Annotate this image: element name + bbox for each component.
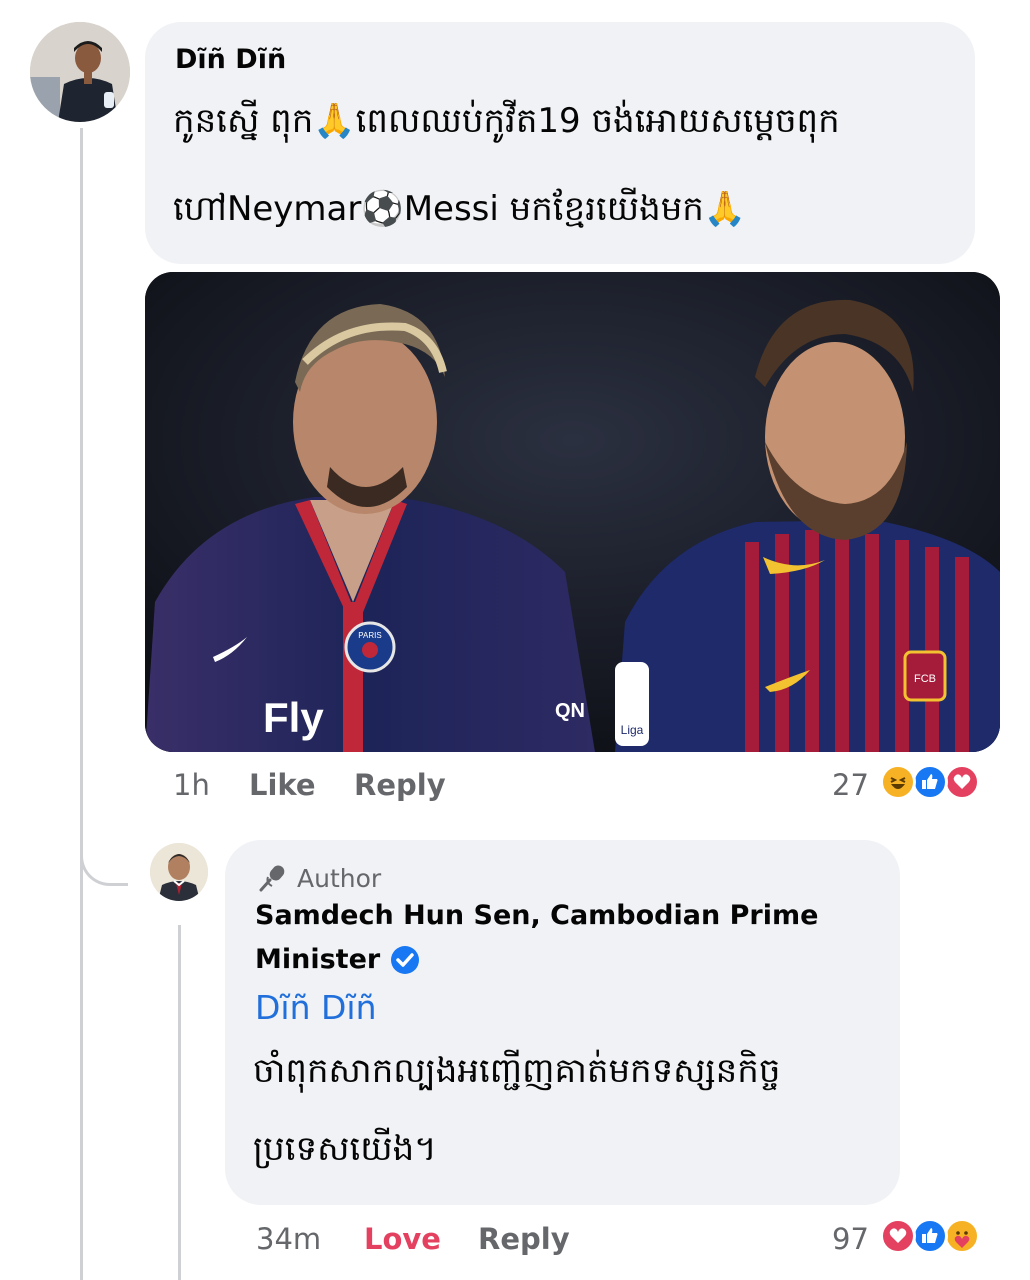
- reply-reply-button[interactable]: Reply: [478, 1222, 570, 1256]
- photo-psg-crest-text: PARIS: [358, 631, 381, 640]
- reply-author-avatar[interactable]: [150, 843, 208, 901]
- reply-author-name-line-2[interactable]: Minister: [255, 944, 380, 975]
- comment-reply-button[interactable]: Reply: [354, 768, 446, 802]
- comment-text-line-1: កូនស្នើ ពុក🙏ពេលឈប់កូវីត19 ចង់អោយសម្តេចពុ…: [173, 101, 840, 141]
- author-badge: Author: [257, 862, 381, 894]
- comment-bubble[interactable]: Dĩñ Dĩñ កូនស្នើ ពុក🙏ពេលឈប់កូវីត19 ចង់អោយ…: [145, 22, 975, 264]
- comment-timestamp[interactable]: 1h: [173, 768, 210, 802]
- comment-like-button[interactable]: Like: [249, 768, 316, 802]
- reply-love-button[interactable]: Love: [364, 1222, 441, 1256]
- comment-photo[interactable]: PARIS Fly QN FCB Liga: [145, 272, 1000, 752]
- reply-author-name-row-2: Minister: [255, 944, 420, 975]
- reply-reaction-count[interactable]: 97: [832, 1222, 869, 1256]
- like-icon[interactable]: [912, 1218, 948, 1254]
- haha-icon[interactable]: [880, 764, 916, 800]
- comment-author-name[interactable]: Dĩñ Dĩñ: [175, 44, 286, 75]
- verified-badge-icon: [390, 945, 420, 975]
- photo-sleeve-text: QN: [555, 700, 585, 722]
- photo-league-patch-text: Liga: [621, 723, 644, 737]
- comment-reaction-count[interactable]: 27: [832, 768, 869, 802]
- reply-thread-line: [178, 925, 181, 1280]
- reply-mention-link[interactable]: Dĩñ Dĩñ: [255, 988, 376, 1027]
- comment-text-line-2: ហៅNeymar⚽Messi មកខ្មែរយើងមក🙏: [173, 189, 747, 229]
- like-icon[interactable]: [912, 764, 948, 800]
- photo-sponsor-text: Fly: [263, 694, 324, 741]
- reply-bubble[interactable]: Author Samdech Hun Sen, Cambodian Prime …: [225, 840, 900, 1205]
- reply-timestamp[interactable]: 34m: [256, 1222, 321, 1256]
- thread-line-branch: [80, 820, 128, 886]
- thread-line-vertical: [80, 128, 83, 1280]
- microphone-icon: [257, 862, 289, 894]
- commenter-avatar[interactable]: [30, 22, 130, 122]
- reply-text-line-1: ចាំពុកសាកល្បងអញ្ជើញគាត់មកទស្សនកិច្ច: [253, 1051, 781, 1091]
- reply-text-line-2: ប្រទេសយើង។: [253, 1129, 437, 1169]
- love-icon[interactable]: [944, 764, 980, 800]
- care-icon[interactable]: [944, 1218, 980, 1254]
- love-icon[interactable]: [880, 1218, 916, 1254]
- reply-author-name-line-1[interactable]: Samdech Hun Sen, Cambodian Prime: [255, 900, 818, 931]
- photo-barca-crest-text: FCB: [914, 673, 936, 685]
- author-badge-label: Author: [297, 863, 382, 893]
